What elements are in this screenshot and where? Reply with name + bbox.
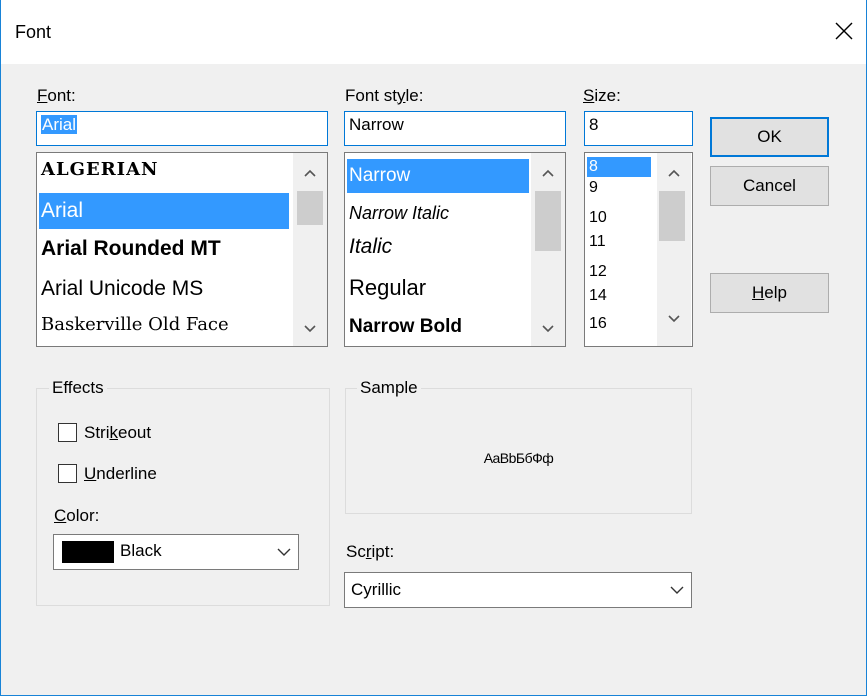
- script-dropdown-arrow[interactable]: [669, 573, 685, 607]
- scroll-down-arrow[interactable]: [657, 304, 691, 334]
- script-select[interactable]: Cyrillic: [344, 572, 692, 608]
- font-list-item[interactable]: Arial: [39, 193, 289, 229]
- size-input[interactable]: 8: [584, 111, 693, 146]
- scroll-down-arrow[interactable]: [293, 314, 327, 344]
- size-list-item[interactable]: 8: [587, 157, 651, 177]
- effects-group: [36, 388, 330, 606]
- ok-button-label: OK: [757, 127, 782, 146]
- color-dropdown-arrow[interactable]: [276, 535, 292, 569]
- effects-title: Effects: [49, 378, 107, 398]
- script-value: Cyrillic: [351, 580, 402, 599]
- font-style-list-item[interactable]: Narrow: [347, 159, 529, 193]
- chevron-up-icon: [668, 169, 680, 177]
- font-list-item[interactable]: ALGERIAN: [39, 159, 159, 180]
- color-select[interactable]: Black: [53, 534, 299, 570]
- size-list-item[interactable]: 14: [587, 287, 607, 305]
- sample-text: AaBbБбФф: [483, 450, 554, 466]
- font-style-list[interactable]: Narrow Narrow Italic Italic Regular Narr…: [344, 152, 566, 347]
- font-list[interactable]: ALGERIAN Arial Arial Rounded MT Arial Un…: [36, 152, 328, 347]
- size-list-item[interactable]: 12: [587, 263, 607, 281]
- size-list[interactable]: 8 9 10 11 12 14 16: [584, 152, 693, 347]
- font-style-list-item[interactable]: Italic: [347, 235, 392, 259]
- size-list-item[interactable]: 10: [587, 209, 607, 227]
- chevron-up-icon: [304, 169, 316, 177]
- chevron-down-icon: [277, 548, 291, 556]
- underline-checkbox[interactable]: [58, 464, 77, 483]
- color-value: Black: [120, 541, 162, 560]
- font-label: Font:: [37, 86, 76, 105]
- scroll-up-arrow[interactable]: [293, 158, 327, 188]
- sample-title: Sample: [357, 378, 421, 398]
- font-dialog: Font Font: Arial ALGERIAN Arial Arial Ro…: [0, 0, 867, 696]
- font-style-list-item[interactable]: Narrow Italic: [347, 203, 449, 224]
- chevron-down-icon: [670, 586, 684, 594]
- help-button-label: Help: [752, 283, 787, 302]
- close-icon: [835, 22, 853, 40]
- font-style-list-scrollbar[interactable]: [531, 153, 565, 346]
- font-name-value: Arial: [41, 115, 78, 134]
- cancel-button[interactable]: Cancel: [710, 166, 829, 206]
- underline-label[interactable]: Underline: [84, 464, 157, 484]
- script-label: Script:: [346, 542, 395, 561]
- size-list-item[interactable]: 11: [587, 233, 606, 251]
- scroll-down-arrow[interactable]: [531, 314, 565, 344]
- scroll-up-arrow[interactable]: [531, 158, 565, 188]
- font-style-list-item[interactable]: Regular: [347, 275, 426, 301]
- chevron-up-icon: [542, 169, 554, 177]
- font-style-label: Font style:: [345, 86, 424, 105]
- chevron-down-icon: [542, 325, 554, 333]
- title-bar: Font: [1, 0, 866, 64]
- cancel-button-label: Cancel: [743, 176, 796, 195]
- close-button[interactable]: [824, 12, 864, 50]
- font-style-list-item[interactable]: Narrow Bold: [347, 316, 462, 338]
- chevron-down-icon: [304, 325, 316, 333]
- font-style-value: Narrow: [349, 115, 404, 134]
- size-list-item[interactable]: 16: [587, 315, 607, 333]
- font-name-input[interactable]: Arial: [36, 111, 328, 146]
- scroll-thumb[interactable]: [297, 191, 323, 225]
- font-style-input[interactable]: Narrow: [344, 111, 566, 146]
- size-value: 8: [589, 115, 599, 134]
- scroll-thumb[interactable]: [535, 191, 561, 251]
- size-list-scrollbar[interactable]: [657, 153, 691, 346]
- scroll-up-arrow[interactable]: [657, 158, 691, 188]
- ok-button[interactable]: OK: [710, 117, 829, 157]
- chevron-down-icon: [668, 315, 680, 323]
- size-label: Size:: [583, 86, 621, 105]
- font-list-item[interactable]: Arial Rounded MT: [39, 237, 221, 261]
- scroll-thumb[interactable]: [659, 191, 685, 241]
- font-list-item[interactable]: Baskerville Old Face: [39, 314, 229, 335]
- strikeout-checkbox[interactable]: [58, 423, 77, 442]
- color-label: Color:: [54, 506, 100, 525]
- size-list-item[interactable]: 9: [587, 179, 598, 197]
- font-list-scrollbar[interactable]: [293, 153, 327, 346]
- strikeout-label[interactable]: Strikeout: [84, 423, 151, 443]
- window-title: Font: [15, 22, 52, 42]
- help-button[interactable]: Help: [710, 273, 829, 313]
- font-list-item[interactable]: Arial Unicode MS: [39, 277, 203, 301]
- color-swatch: [62, 541, 114, 563]
